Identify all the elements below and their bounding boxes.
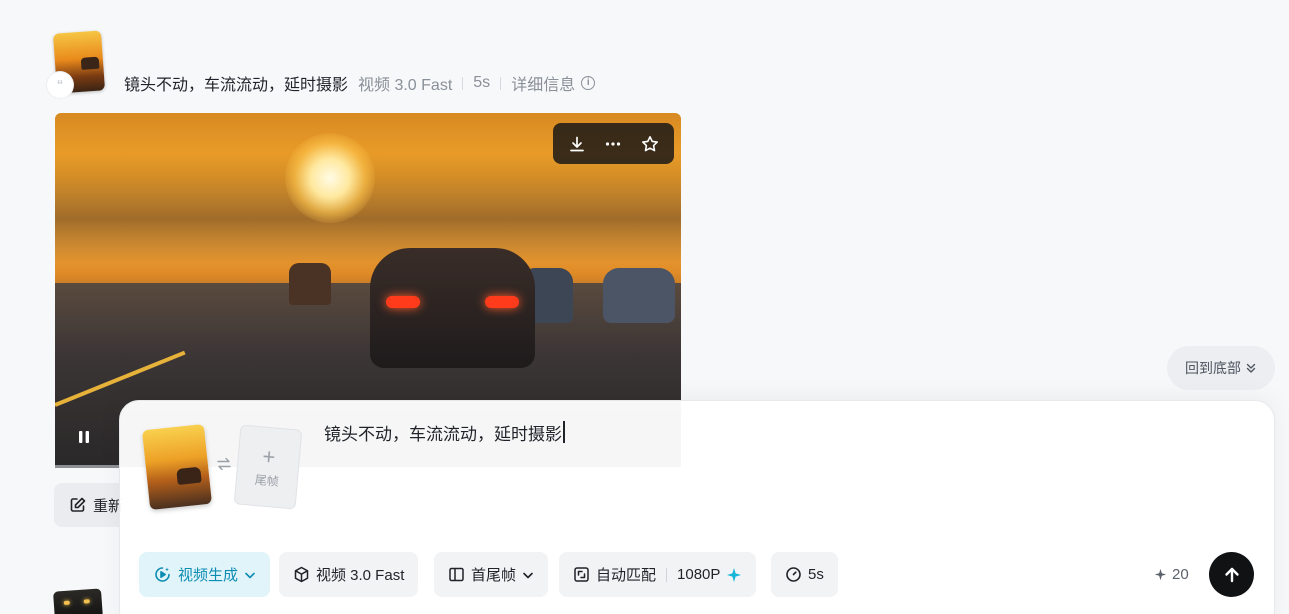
video-car-main [370,248,535,368]
video-sun [285,133,375,223]
video-progress-bar[interactable] [55,465,121,468]
history-prompt-row: 镜头不动，车流流动，延时摄影 视频 3.0 Fast 5s 详细信息 i [124,71,596,95]
video-toolbar [553,123,674,164]
tail-light [386,296,420,308]
model-selector[interactable]: 视频 3.0 Fast [279,552,419,597]
chevron-down-icon [245,572,255,578]
duration-selector[interactable]: 5s [771,552,838,597]
duration-label: 5s [808,566,824,583]
next-history-thumbnail[interactable] [53,588,103,614]
chevron-down-icon [523,572,533,578]
quote-icon: “ [47,72,73,98]
text-caret [563,421,565,443]
resolution-label: 1080P [677,566,721,583]
sparkle-icon [1154,568,1167,580]
plus-icon: + [261,443,277,470]
info-icon[interactable]: i [581,76,596,90]
tail-light [485,296,519,308]
history-duration-label: 5s [473,74,491,91]
aspect-ratio-icon [574,567,589,582]
divider [666,567,668,582]
last-frame-upload[interactable]: + 尾帧 [233,424,303,510]
frame-mode-selector[interactable]: 首尾帧 [434,552,549,597]
frame-icon [449,567,464,582]
credits-count: 20 [1172,565,1189,583]
first-frame-thumbnail[interactable] [141,423,213,511]
mode-label: 视频生成 [178,567,239,584]
details-link[interactable]: 详细信息 [511,71,575,95]
last-frame-label: 尾帧 [254,472,280,489]
back-to-bottom-label: 回到底部 [1185,360,1241,376]
video-generate-icon [155,567,170,582]
model-label: 视频 3.0 Fast [316,567,405,584]
divider [462,76,464,90]
double-chevron-down-icon [1246,363,1256,373]
ratio-label: 自动匹配 [596,567,657,584]
arrow-up-icon [1224,567,1239,582]
history-model-label: 视频 3.0 Fast [358,77,453,94]
star-icon[interactable] [636,130,664,158]
divider [500,76,502,90]
history-prompt-text[interactable]: 镜头不动，车流流动，延时摄影 [124,71,348,95]
pause-icon[interactable] [75,428,93,446]
sparkle-icon [727,567,742,582]
video-car-far [289,263,331,305]
back-to-bottom-button[interactable]: 回到底部 [1167,346,1275,390]
prompt-input[interactable]: 镜头不动，车流流动，延时摄影 [324,420,565,444]
credits-indicator: 20 [1154,563,1189,585]
download-icon[interactable] [563,130,591,158]
swap-icon[interactable] [216,456,232,472]
mode-selector[interactable]: 视频生成 [139,552,271,597]
prompt-input-text: 镜头不动，车流流动，延时摄影 [324,424,562,444]
ratio-resolution-selector[interactable]: 自动匹配 1080P [559,552,757,597]
video-car-side [603,268,675,323]
send-button[interactable] [1209,552,1254,597]
edit-icon [70,497,86,512]
more-icon[interactable] [599,130,627,158]
cube-icon [294,566,309,583]
frame-mode-label: 首尾帧 [471,567,517,584]
clock-icon [786,567,801,582]
